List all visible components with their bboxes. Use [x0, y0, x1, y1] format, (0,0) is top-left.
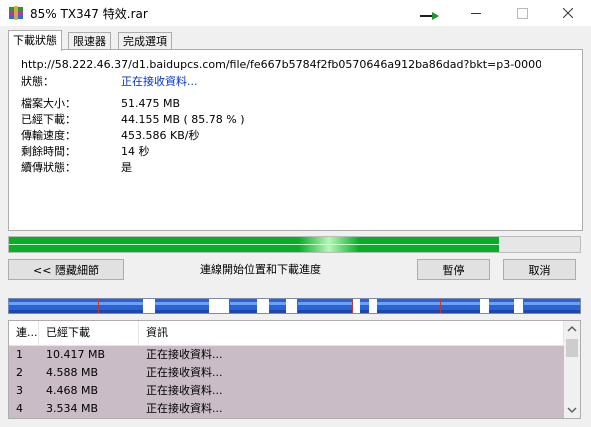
hide-details-button[interactable]: << 隱藏細節: [8, 259, 124, 280]
segment-gap: [143, 299, 155, 313]
connection-info: 正在接收資料...: [146, 366, 223, 379]
segment-gap: [514, 299, 523, 313]
download-progress-bar: [8, 236, 581, 253]
tab-completion-options[interactable]: 完成選項: [118, 32, 172, 50]
list-header: 連... 已經下載 資訊: [9, 321, 564, 346]
file-size-value: 51.475 MB: [121, 97, 181, 110]
resume-label: 續傳狀態：: [21, 161, 76, 174]
connections-list: 連... 已經下載 資訊 1 10.417 MB 正在接收資料... 2 4.588 M…: [8, 320, 581, 419]
connection-downloaded: [39, 418, 139, 419]
chevron-down-icon: [567, 407, 577, 414]
window-title: 85% TX347 特效.rar: [30, 7, 148, 21]
scroll-thumb[interactable]: [566, 339, 578, 357]
connection-segment-bar: [8, 298, 581, 314]
segment-gap: [208, 299, 229, 313]
table-row[interactable]: 1 10.417 MB 正在接收資料...: [9, 346, 564, 364]
connection-number: 4: [16, 402, 23, 415]
connection-progress-caption: 連線開始位置和下載進度: [200, 263, 321, 276]
scroll-down-button[interactable]: [564, 402, 580, 418]
remaining-label: 剩餘時間：: [21, 145, 76, 158]
close-icon: [563, 8, 573, 18]
connection-downloaded: 3.534 MB: [46, 402, 99, 415]
segment-marker: [351, 299, 353, 313]
table-row[interactable]: 3 4.468 MB 正在接收資料...: [9, 382, 564, 400]
speed-value: 453.586 KB/秒: [121, 129, 200, 142]
segment-gap: [368, 299, 378, 313]
progress-highlight: [9, 244, 499, 245]
table-row[interactable]: 5 正在接收資料...: [9, 418, 564, 419]
cancel-button[interactable]: 取消: [503, 259, 576, 280]
segment-marker: [97, 299, 99, 313]
connection-info: 正在接收資料...: [146, 348, 223, 361]
segment-marker: [228, 299, 230, 313]
connection-info: 正在接收資料...: [146, 384, 223, 397]
status-row: 狀態： 正在接收資料...: [21, 74, 198, 90]
title-bar: 85% TX347 特效.rar: [0, 0, 591, 26]
chevron-up-icon: [567, 325, 577, 332]
resume-value: 是: [121, 161, 132, 174]
minimize-button[interactable]: [453, 0, 499, 26]
segment-gap: [351, 299, 361, 313]
status-panel: http://58.222.46.37/d1.baidupcs.com/file…: [8, 49, 583, 231]
column-downloaded[interactable]: 已經下載: [39, 321, 139, 345]
connection-info: 正在接收資料...: [139, 418, 564, 419]
pause-button[interactable]: 暫停: [417, 259, 490, 280]
connection-number: 1: [16, 348, 23, 361]
column-info[interactable]: 資訊: [139, 321, 564, 345]
table-row[interactable]: 4 3.534 MB 正在接收資料...: [9, 400, 564, 418]
file-size-label: 檔案大小：: [21, 97, 76, 110]
downloaded-label: 已經下載：: [21, 113, 76, 126]
connection-number: 3: [16, 384, 23, 397]
vertical-scrollbar[interactable]: [564, 321, 580, 418]
connection-downloaded: 4.588 MB: [46, 366, 99, 379]
table-row[interactable]: 2 4.588 MB 正在接收資料...: [9, 364, 564, 382]
connection-info: 正在接收資料...: [146, 402, 223, 415]
app-icon: [8, 5, 24, 21]
file-size-row: 檔案大小： 51.475 MB: [21, 96, 180, 112]
resume-row: 續傳狀態： 是: [21, 160, 132, 176]
segment-marker: [297, 299, 299, 313]
close-button[interactable]: [545, 0, 591, 26]
maximize-button[interactable]: [499, 0, 545, 26]
downloaded-value: 44.155 MB ( 85.78 % ): [121, 113, 245, 126]
green-arrow-icon: [420, 10, 440, 23]
tab-speed-limiter[interactable]: 限速器: [68, 32, 111, 50]
status-value: 正在接收資料...: [121, 75, 198, 88]
download-url: http://58.222.46.37/d1.baidupcs.com/file…: [21, 58, 541, 71]
segment-marker: [522, 299, 524, 313]
segment-gap: [285, 299, 298, 313]
tab-download-status[interactable]: 下載狀態: [8, 30, 62, 51]
connection-downloaded: 4.468 MB: [46, 384, 99, 397]
segment-marker: [440, 299, 442, 313]
remaining-row: 剩餘時間： 14 秒: [21, 144, 150, 160]
connection-downloaded: 10.417 MB: [46, 348, 106, 361]
connection-number: 2: [16, 366, 23, 379]
downloaded-row: 已經下載： 44.155 MB ( 85.78 % ): [21, 112, 245, 128]
remaining-value: 14 秒: [121, 145, 150, 158]
segment-gap: [480, 299, 489, 313]
connection-number: 5: [9, 418, 39, 419]
status-label: 狀態：: [21, 75, 54, 88]
segment-gap: [257, 299, 269, 313]
column-connection[interactable]: 連...: [9, 321, 39, 345]
speed-row: 傳輸速度： 453.586 KB/秒: [21, 128, 199, 144]
scroll-up-button[interactable]: [564, 321, 580, 337]
speed-label: 傳輸速度：: [21, 129, 76, 142]
progress-glow: [298, 237, 359, 252]
